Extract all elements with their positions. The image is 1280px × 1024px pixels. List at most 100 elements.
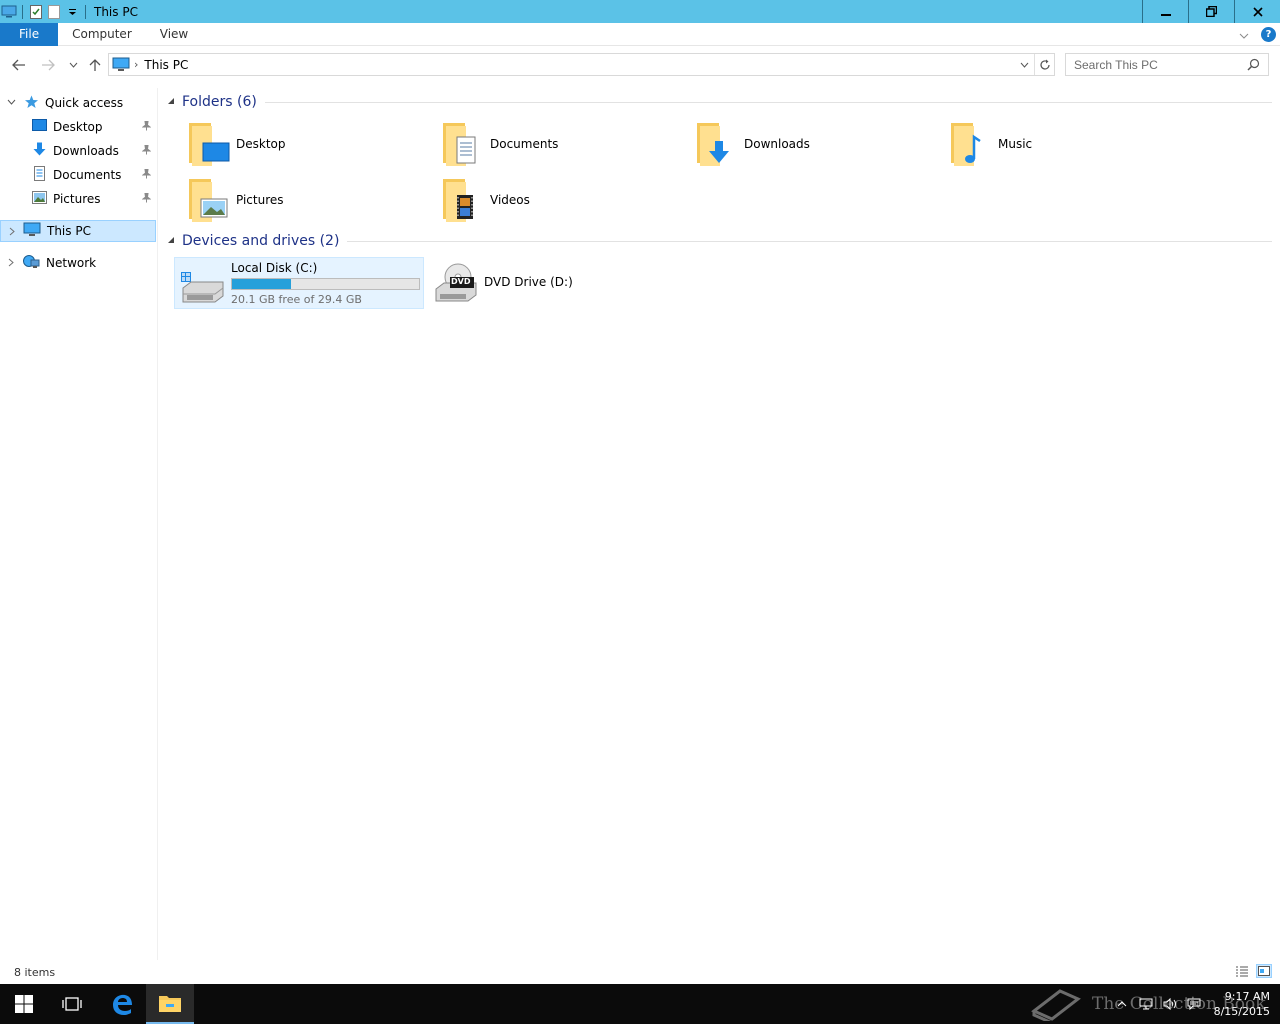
properties-icon[interactable] [27, 0, 45, 23]
close-button[interactable] [1234, 0, 1280, 23]
help-icon[interactable]: ? [1261, 27, 1276, 42]
this-pc-icon [23, 222, 41, 240]
drives-group-title: Devices and drives (2) [182, 233, 340, 249]
collapse-quick-access-icon[interactable] [7, 97, 16, 108]
details-view-icon[interactable] [1234, 964, 1250, 978]
collapse-group-icon[interactable] [167, 236, 175, 247]
volume-icon[interactable] [1158, 984, 1182, 1024]
system-tray: 9:17 AM 8/15/2015 [1110, 984, 1270, 1024]
address-bar[interactable]: › This PC [108, 53, 1055, 76]
start-button[interactable] [0, 984, 48, 1024]
content-pane: Folders (6) Desktop Documents Downloads … [160, 88, 1280, 960]
drive-usage-fill [232, 279, 292, 289]
folder-label: Desktop [236, 137, 286, 151]
breadcrumb-this-pc[interactable]: This PC [144, 58, 188, 72]
new-folder-icon[interactable] [45, 0, 63, 23]
breadcrumb-separator[interactable]: › [134, 58, 138, 71]
back-button[interactable] [8, 54, 30, 76]
drive-local-disk-c[interactable]: Local Disk (C:) 20.1 GB free of 29.4 GB [174, 257, 424, 309]
hard-drive-icon [179, 264, 225, 307]
pictures-icon [32, 191, 47, 207]
folder-music[interactable]: Music [939, 118, 1189, 170]
file-explorer-icon [159, 996, 181, 1012]
sidebar-item-desktop[interactable]: Desktop [32, 116, 156, 138]
drives-group-header[interactable]: Devices and drives (2) [167, 233, 1272, 249]
expand-ribbon-icon[interactable] [1239, 28, 1249, 42]
tab-file[interactable]: File [0, 22, 59, 46]
drive-label: DVD Drive (D:) [484, 275, 573, 289]
dvd-drive-icon: DVD [432, 263, 478, 306]
pictures-folder-icon [185, 177, 231, 223]
collapse-group-icon[interactable] [167, 97, 175, 108]
drive-free-space: 20.1 GB free of 29.4 GB [231, 293, 362, 306]
clock[interactable]: 9:17 AM 8/15/2015 [1214, 989, 1270, 1019]
nav-quick-access[interactable]: Quick access [24, 92, 154, 114]
tab-view[interactable]: View [146, 23, 202, 46]
sidebar-item-pictures[interactable]: Pictures [32, 188, 156, 210]
sidebar-item-this-pc[interactable]: This PC [0, 220, 156, 242]
desktop-icon [32, 119, 47, 135]
search-box[interactable] [1065, 53, 1269, 76]
network-icon [22, 254, 40, 272]
sidebar-item-downloads[interactable]: Downloads [32, 140, 156, 162]
pin-icon[interactable] [141, 144, 152, 158]
navigation-bar: › This PC [0, 46, 1280, 84]
action-center-icon[interactable] [1182, 984, 1206, 1024]
title-bar: This PC [0, 0, 1280, 23]
status-bar: 8 items [0, 960, 1280, 984]
address-dropdown-icon[interactable] [1014, 62, 1034, 68]
network-status-icon[interactable] [1134, 984, 1158, 1024]
folder-label: Downloads [744, 137, 810, 151]
search-icon[interactable] [1247, 58, 1260, 74]
folder-pictures[interactable]: Pictures [177, 174, 427, 226]
refresh-icon[interactable] [1034, 54, 1054, 75]
folder-documents[interactable]: Documents [431, 118, 681, 170]
drive-usage-bar [231, 278, 420, 290]
pin-icon[interactable] [141, 168, 152, 182]
item-count: 8 items [14, 965, 56, 979]
dvd-badge: DVD [451, 277, 471, 286]
pin-icon[interactable] [141, 192, 152, 206]
restore-button[interactable] [1188, 0, 1234, 23]
ribbon-tabs: File Computer View ? [0, 22, 1280, 46]
clock-time: 9:17 AM [1224, 990, 1270, 1003]
edge-browser-button[interactable] [98, 984, 146, 1024]
file-explorer-button[interactable] [146, 984, 194, 1024]
folder-label: Videos [490, 193, 530, 207]
recent-locations-icon[interactable] [62, 54, 84, 76]
sidebar-item-network[interactable]: Network [0, 252, 156, 274]
this-pc-icon [112, 57, 130, 72]
show-hidden-icons-icon[interactable] [1110, 984, 1134, 1024]
music-folder-icon [947, 121, 993, 167]
star-icon [24, 95, 39, 112]
videos-folder-icon [439, 177, 485, 223]
customize-toolbar-dropdown-icon[interactable] [63, 0, 81, 23]
computer-icon[interactable] [0, 0, 18, 23]
documents-icon [32, 166, 47, 184]
sidebar-item-label: This PC [47, 224, 91, 238]
folders-group-title: Folders (6) [182, 94, 257, 110]
task-view-button[interactable] [48, 984, 96, 1024]
sidebar-item-label: Documents [53, 168, 122, 182]
window-title: This PC [94, 4, 138, 19]
drive-label: Local Disk (C:) [231, 261, 318, 275]
large-icons-view-icon[interactable] [1256, 964, 1272, 978]
folder-videos[interactable]: Videos [431, 174, 681, 226]
taskbar: The Collection Book 9:17 AM 8/15/2015 [0, 984, 1280, 1024]
downloads-folder-icon [693, 121, 739, 167]
windows-logo-icon [15, 995, 33, 1013]
folder-downloads[interactable]: Downloads [685, 118, 935, 170]
search-input[interactable] [1074, 57, 1244, 72]
up-button[interactable] [84, 54, 106, 76]
folder-desktop[interactable]: Desktop [177, 118, 427, 170]
forward-button[interactable] [37, 54, 59, 76]
clock-date: 8/15/2015 [1213, 1005, 1270, 1018]
expand-network-icon[interactable] [8, 258, 14, 270]
sidebar-item-documents[interactable]: Documents [32, 164, 156, 186]
tab-computer[interactable]: Computer [58, 23, 146, 46]
pin-icon[interactable] [141, 120, 152, 134]
folders-group-header[interactable]: Folders (6) [167, 94, 1272, 110]
drive-dvd-d[interactable]: DVD DVD Drive (D:) [428, 257, 678, 309]
minimize-button[interactable] [1142, 0, 1188, 23]
expand-this-pc-icon[interactable] [9, 227, 15, 239]
